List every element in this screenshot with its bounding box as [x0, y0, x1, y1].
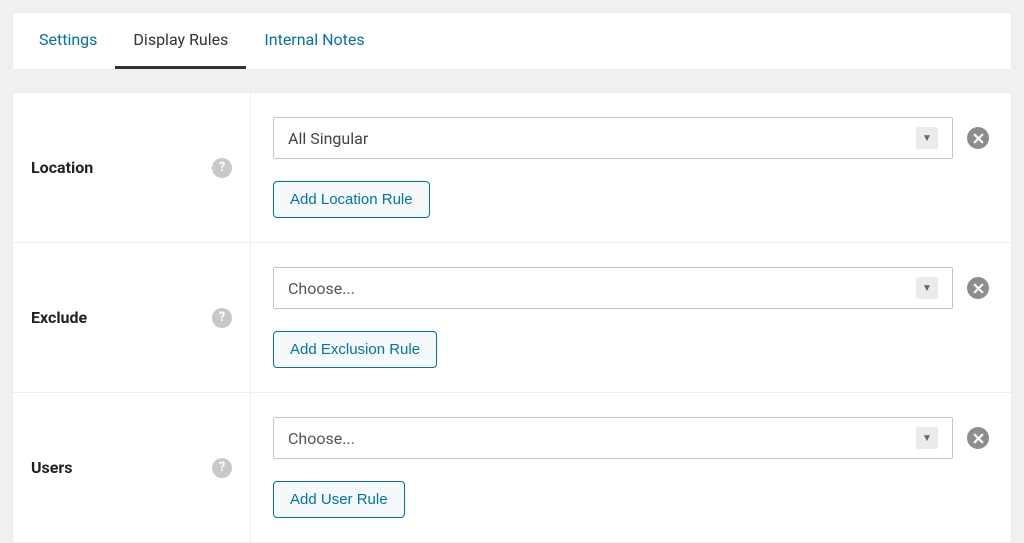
users-select[interactable]: Choose... ▼: [273, 417, 953, 459]
help-icon[interactable]: ?: [212, 308, 232, 328]
chevron-down-icon: ▼: [916, 127, 938, 149]
row-exclude: Exclude ? Choose... ▼ Add Exclusion Rule: [13, 243, 1011, 393]
help-icon[interactable]: ?: [212, 158, 232, 178]
users-select-value: Choose...: [288, 429, 355, 448]
help-icon[interactable]: ?: [212, 458, 232, 478]
rules-panel: Location ? All Singular ▼ Add Location R…: [12, 92, 1012, 543]
tab-internal-notes[interactable]: Internal Notes: [246, 13, 382, 69]
location-remove-button[interactable]: [967, 127, 989, 149]
row-users-content: Choose... ▼ Add User Rule: [251, 393, 1011, 542]
users-remove-button[interactable]: [967, 427, 989, 449]
chevron-down-icon: ▼: [916, 277, 938, 299]
close-icon: [973, 283, 984, 294]
add-exclusion-rule-button[interactable]: Add Exclusion Rule: [273, 331, 437, 368]
row-location-label: Location: [31, 158, 93, 177]
add-location-rule-button[interactable]: Add Location Rule: [273, 181, 430, 218]
location-select[interactable]: All Singular ▼: [273, 117, 953, 159]
row-location-content: All Singular ▼ Add Location Rule: [251, 93, 1011, 242]
row-users: Users ? Choose... ▼ Add User Rule: [13, 393, 1011, 542]
location-select-value: All Singular: [288, 129, 368, 148]
close-icon: [973, 133, 984, 144]
tab-display-rules[interactable]: Display Rules: [115, 13, 246, 69]
row-users-label-wrap: Users ?: [13, 393, 251, 542]
tab-settings[interactable]: Settings: [21, 13, 115, 69]
chevron-down-icon: ▼: [916, 427, 938, 449]
row-location-label-wrap: Location ?: [13, 93, 251, 242]
row-exclude-content: Choose... ▼ Add Exclusion Rule: [251, 243, 1011, 392]
row-exclude-label: Exclude: [31, 308, 87, 327]
exclude-remove-button[interactable]: [967, 277, 989, 299]
row-exclude-label-wrap: Exclude ?: [13, 243, 251, 392]
tabs-bar: Settings Display Rules Internal Notes: [12, 12, 1012, 70]
row-location: Location ? All Singular ▼ Add Location R…: [13, 93, 1011, 243]
row-users-label: Users: [31, 458, 72, 477]
add-user-rule-button[interactable]: Add User Rule: [273, 481, 405, 518]
location-select-row: All Singular ▼: [273, 117, 989, 159]
exclude-select-value: Choose...: [288, 279, 355, 298]
close-icon: [973, 433, 984, 444]
users-select-row: Choose... ▼: [273, 417, 989, 459]
exclude-select[interactable]: Choose... ▼: [273, 267, 953, 309]
exclude-select-row: Choose... ▼: [273, 267, 989, 309]
